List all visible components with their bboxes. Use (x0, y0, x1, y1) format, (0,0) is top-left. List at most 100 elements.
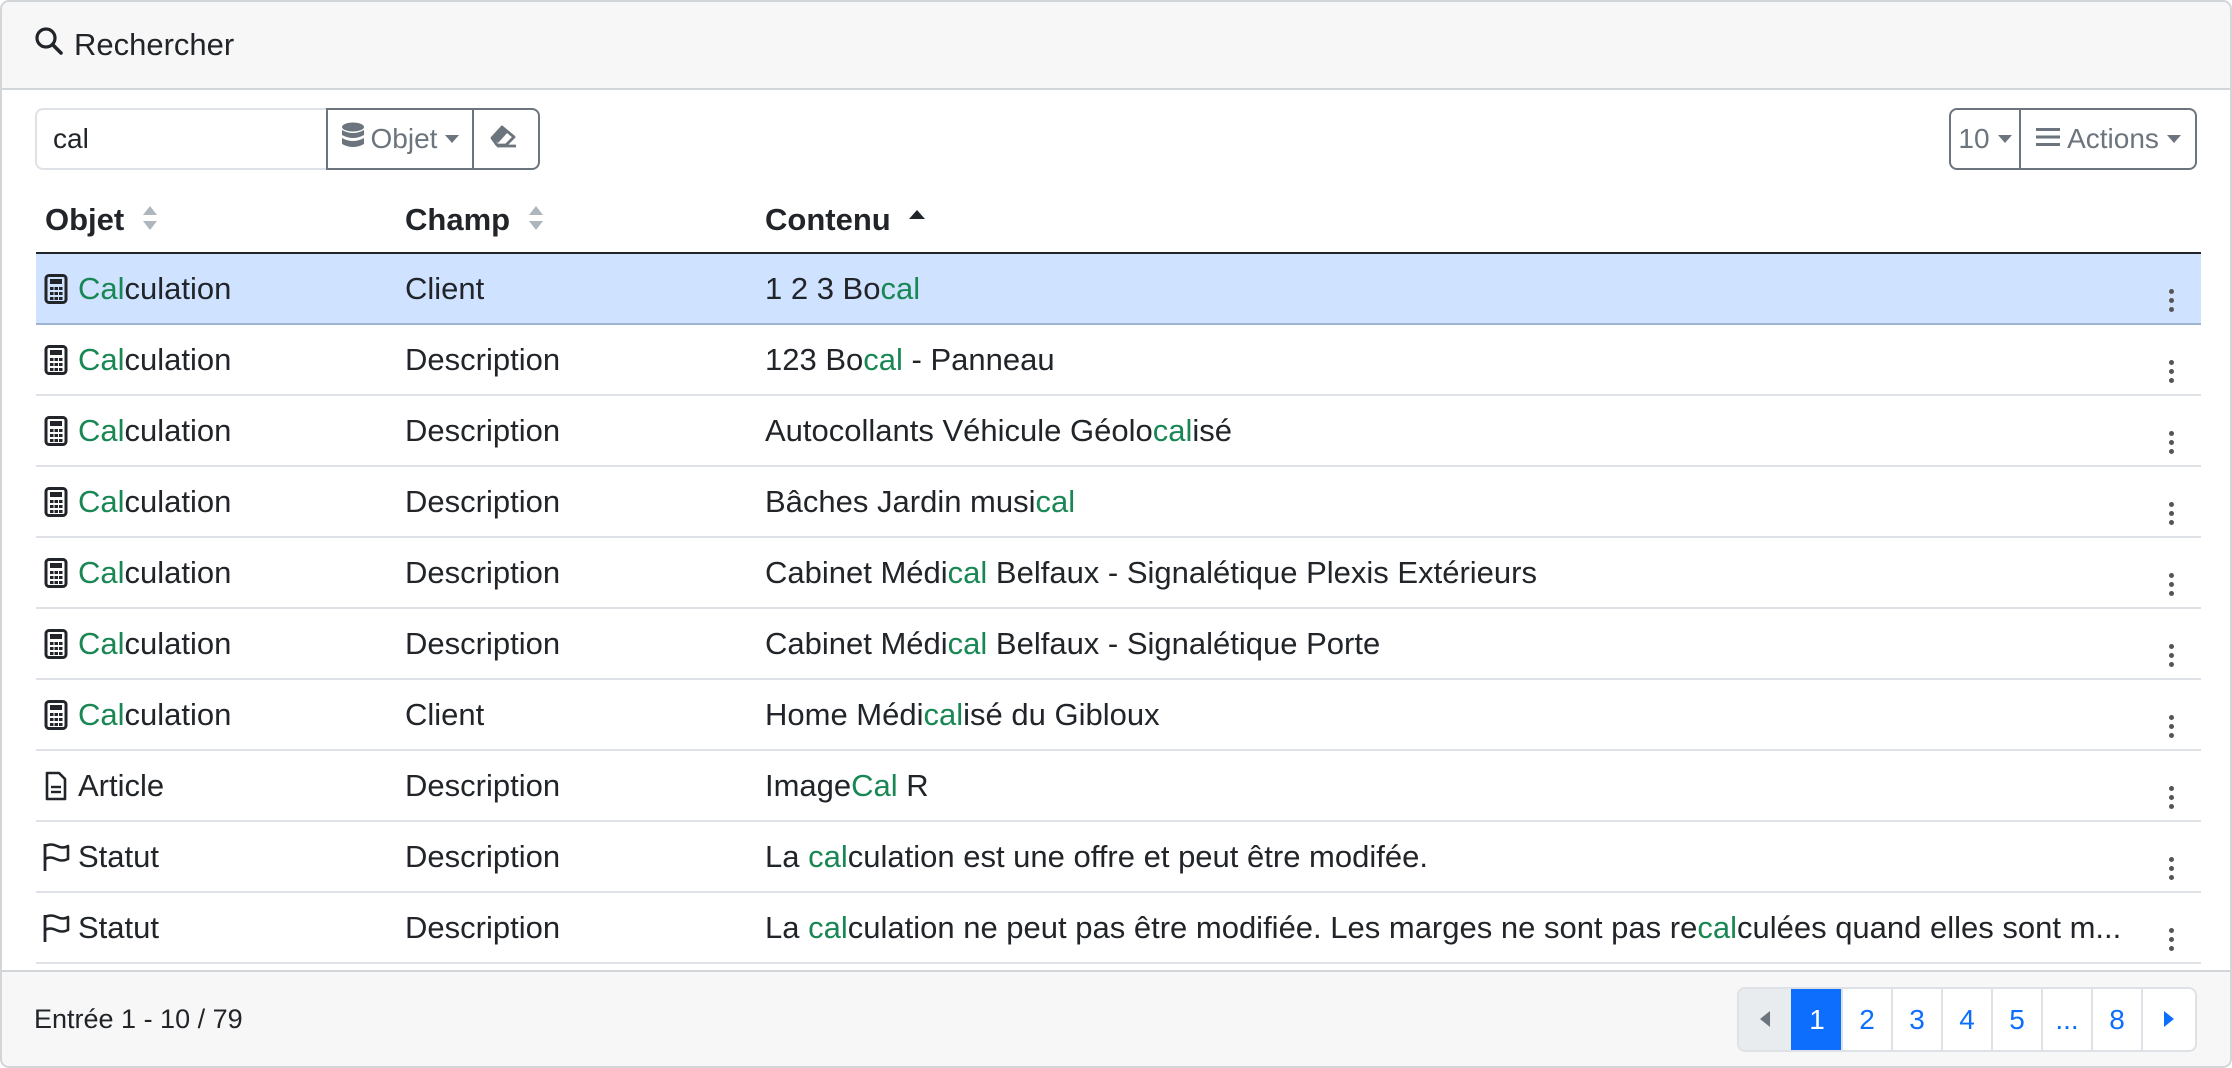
match-highlight: Cal (78, 696, 125, 732)
table-body: Calculation Client 1 2 3 Bocal Calculation D… (36, 253, 2201, 964)
page-ellipsis-button[interactable]: ... (2041, 989, 2091, 1050)
row-menu-cell (2141, 679, 2201, 751)
content-text: Belfaux - Signalétique Plexis Extérieurs (987, 554, 1537, 590)
page-5-button[interactable]: 5 (1991, 989, 2041, 1050)
page-size-dropdown[interactable]: 10 (1949, 108, 2021, 170)
match-highlight: Cal (78, 625, 125, 661)
object-label: Calculation (78, 271, 231, 307)
more-vertical-icon[interactable] (2168, 714, 2174, 738)
actions-dropdown[interactable]: Actions (2021, 108, 2197, 170)
match-highlight: Cal (78, 412, 125, 448)
previous-page-button[interactable] (1739, 989, 1791, 1050)
column-header-champ[interactable]: Champ (396, 190, 756, 254)
flag-icon (42, 912, 70, 944)
clear-search-button[interactable] (474, 108, 540, 170)
more-vertical-icon[interactable] (2168, 430, 2174, 454)
table-row[interactable]: Calculation Client 1 2 3 Bocal (36, 253, 2201, 325)
object-cell: Calculation (36, 395, 396, 467)
more-vertical-icon[interactable] (2168, 501, 2174, 525)
match-highlight: Cal (78, 270, 125, 306)
search-input[interactable] (35, 108, 326, 170)
column-header-objet[interactable]: Objet (36, 190, 396, 254)
match-highlight: cal (923, 696, 964, 732)
object-cell: Calculation (36, 466, 396, 538)
content-cell: ImageCal R (756, 750, 2141, 822)
object-label: Calculation (78, 697, 231, 733)
page-1-button[interactable]: 1 (1791, 989, 1841, 1050)
match-highlight: cal (947, 625, 988, 661)
chevron-down-icon (445, 135, 460, 143)
table-row[interactable]: Calculation Description Bâches Jardin musi… (36, 466, 2201, 538)
database-icon (341, 122, 371, 157)
table-controls: 10 Actions (1949, 108, 2197, 170)
sort-both-icon (141, 204, 159, 240)
object-label: Calculation (78, 484, 231, 520)
page-4-button[interactable]: 4 (1941, 989, 1991, 1050)
chevron-down-icon (2166, 135, 2181, 143)
object-cell-content: Calculation (42, 484, 396, 520)
column-header-contenu[interactable]: Contenu (756, 190, 2141, 254)
match-highlight: cal (947, 554, 988, 590)
menu-icon (2035, 123, 2067, 155)
page-3-button[interactable]: 3 (1891, 989, 1941, 1050)
content-text: La (765, 838, 809, 874)
table-row[interactable]: Calculation Description Cabinet Médical Be… (36, 537, 2201, 609)
table-row[interactable]: Statut Description La calculation ne peut … (36, 892, 2201, 964)
caret-left-icon (1758, 1004, 1772, 1036)
sort-both-icon (527, 204, 545, 240)
eraser-icon (488, 123, 524, 156)
content-cell: La calculation est une offre et peut êtr… (756, 821, 2141, 893)
row-menu-cell (2141, 892, 2201, 964)
table-row[interactable]: Calculation Description 123 Bocal - Pannea… (36, 324, 2201, 396)
content-text: Cabinet Médi (765, 554, 948, 590)
content-text: isé (1192, 412, 1233, 448)
object-cell: Calculation (36, 253, 396, 325)
object-cell: Calculation (36, 679, 396, 751)
object-label-text: Article (78, 767, 165, 803)
content-cell: 123 Bocal - Panneau (756, 324, 2141, 396)
table-row[interactable]: Calculation Description Autocollants Véhic… (36, 395, 2201, 467)
object-cell: Calculation (36, 608, 396, 680)
page-8-button[interactable]: 8 (2091, 989, 2141, 1050)
card-footer: Entrée 1 - 10 / 79 1 2 3 4 5... 8 (2, 970, 2230, 1066)
chevron-down-icon (1997, 135, 2012, 143)
toolbar: Objet 10 Actions (35, 108, 2197, 170)
content-text: 123 Bo (765, 341, 864, 377)
more-vertical-icon[interactable] (2168, 288, 2174, 312)
object-cell-content: Statut (42, 839, 396, 875)
table-row[interactable]: Calculation Description Cabinet Médical Be… (36, 608, 2201, 680)
calculator-icon (42, 415, 70, 447)
more-vertical-icon[interactable] (2168, 643, 2174, 667)
object-label: Calculation (78, 555, 231, 591)
table-row[interactable]: Calculation Client Home Médicalisé du Gibl… (36, 679, 2201, 751)
search-group: Objet (35, 108, 540, 170)
object-cell: Statut (36, 821, 396, 893)
object-cell-content: Calculation (42, 342, 396, 378)
calculator-icon (42, 344, 70, 376)
table-row[interactable]: Statut Description La calculation est une … (36, 821, 2201, 893)
field-cell: Client (396, 679, 756, 751)
table-row[interactable]: Article Description ImageCal R (36, 750, 2201, 822)
field-cell: Description (396, 466, 756, 538)
object-label: Article (78, 768, 164, 804)
more-vertical-icon[interactable] (2168, 856, 2174, 880)
match-highlight: cal (1697, 909, 1737, 945)
content-cell: Bâches Jardin musical (756, 466, 2141, 538)
content-text: - Panneau (902, 341, 1055, 377)
object-filter-dropdown[interactable]: Objet (326, 108, 474, 170)
calculator-icon (42, 699, 70, 731)
object-label-text: culation (124, 270, 232, 306)
object-cell: Statut (36, 892, 396, 964)
more-vertical-icon[interactable] (2168, 927, 2174, 951)
row-menu-cell (2141, 750, 2201, 822)
field-cell: Description (396, 750, 756, 822)
row-menu-cell (2141, 608, 2201, 680)
more-vertical-icon[interactable] (2168, 572, 2174, 596)
object-cell: Article (36, 750, 396, 822)
match-highlight: cal (880, 270, 921, 306)
page-2-button[interactable]: 2 (1841, 989, 1891, 1050)
more-vertical-icon[interactable] (2168, 785, 2174, 809)
column-label: Contenu (765, 202, 891, 238)
more-vertical-icon[interactable] (2168, 359, 2174, 383)
next-page-button[interactable] (2141, 989, 2195, 1050)
